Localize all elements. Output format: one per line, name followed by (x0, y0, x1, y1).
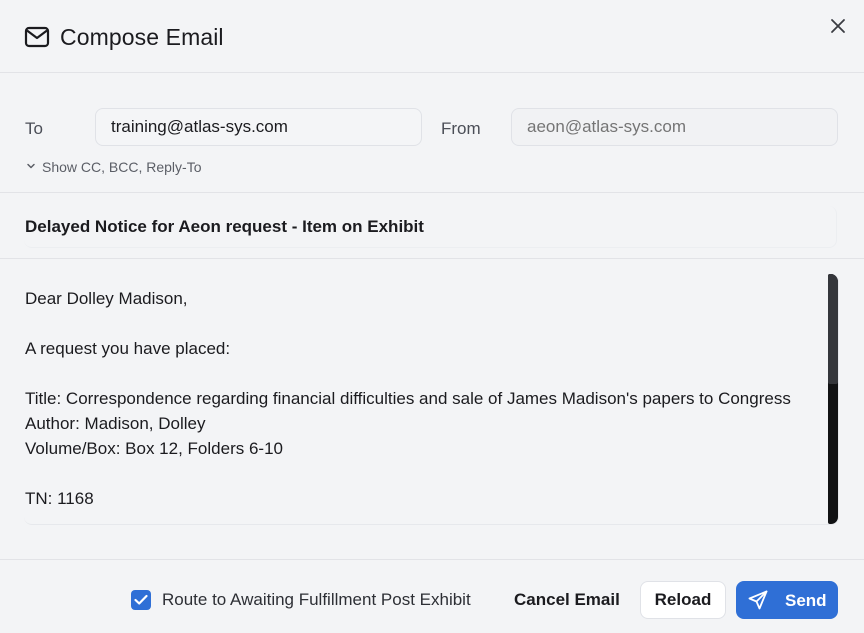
show-cc-bcc-toggle[interactable]: Show CC, BCC, Reply-To (26, 159, 202, 175)
checkmark-icon (134, 594, 148, 605)
to-field[interactable] (95, 108, 422, 146)
send-icon (748, 590, 768, 610)
dialog-header: Compose Email (0, 0, 864, 73)
to-label: To (25, 119, 43, 138)
send-label: Send (785, 591, 827, 610)
route-checkbox[interactable] (131, 590, 151, 610)
footer-divider (0, 559, 864, 560)
send-button[interactable]: Send (736, 581, 838, 619)
show-cc-bcc-label: Show CC, BCC, Reply-To (42, 159, 202, 175)
email-body-editor[interactable]: Dear Dolley Madison, A request you have … (24, 274, 839, 525)
reload-button[interactable]: Reload (640, 581, 726, 619)
close-icon[interactable] (826, 14, 850, 38)
chevron-down-icon (27, 163, 35, 169)
from-field[interactable] (511, 108, 838, 146)
subject-field[interactable]: Delayed Notice for Aeon request - Item o… (24, 206, 837, 248)
divider (0, 192, 864, 193)
divider (0, 258, 864, 259)
mail-icon (24, 26, 50, 48)
email-body-text[interactable]: Dear Dolley Madison, A request you have … (25, 286, 791, 511)
route-checkbox-label[interactable]: Route to Awaiting Fulfillment Post Exhib… (162, 590, 471, 610)
compose-email-dialog: Compose Email To From Show CC, BCC, Repl… (0, 0, 864, 633)
cancel-email-button[interactable]: Cancel Email (514, 590, 620, 610)
body-scrollbar-thumb[interactable] (828, 274, 838, 384)
from-label: From (441, 119, 481, 138)
dialog-title: Compose Email (60, 24, 224, 50)
